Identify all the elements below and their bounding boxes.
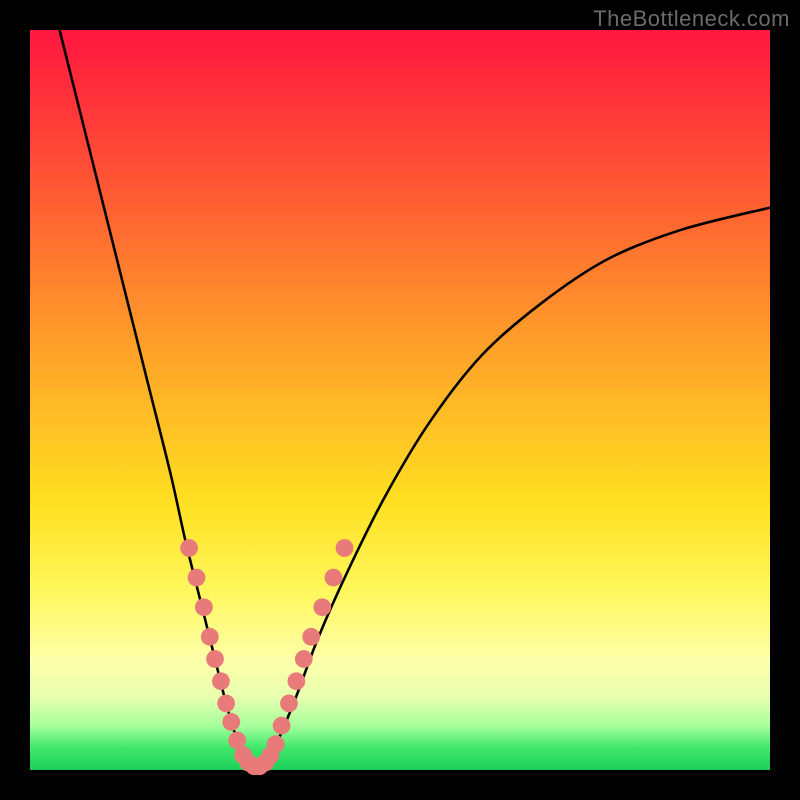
highlight-dot (302, 628, 320, 646)
highlight-dot (212, 672, 230, 690)
highlight-dot (217, 695, 235, 713)
highlight-dot (267, 735, 285, 753)
highlight-dot (288, 672, 306, 690)
highlight-dot (195, 598, 213, 616)
curve-svg (30, 30, 770, 770)
highlight-dot (273, 717, 291, 735)
highlight-dot (222, 713, 240, 731)
bottleneck-curve (60, 30, 770, 767)
highlight-dot (188, 569, 206, 587)
highlight-dot (201, 628, 219, 646)
highlight-dot (325, 569, 343, 587)
highlight-dot (295, 650, 313, 668)
highlight-dots (180, 539, 353, 775)
highlight-dot (206, 650, 224, 668)
chart-frame: TheBottleneck.com (0, 0, 800, 800)
plot-area (30, 30, 770, 770)
watermark-text: TheBottleneck.com (593, 6, 790, 32)
highlight-dot (280, 695, 298, 713)
highlight-dot (180, 539, 198, 557)
highlight-dot (313, 598, 331, 616)
highlight-dot (336, 539, 354, 557)
